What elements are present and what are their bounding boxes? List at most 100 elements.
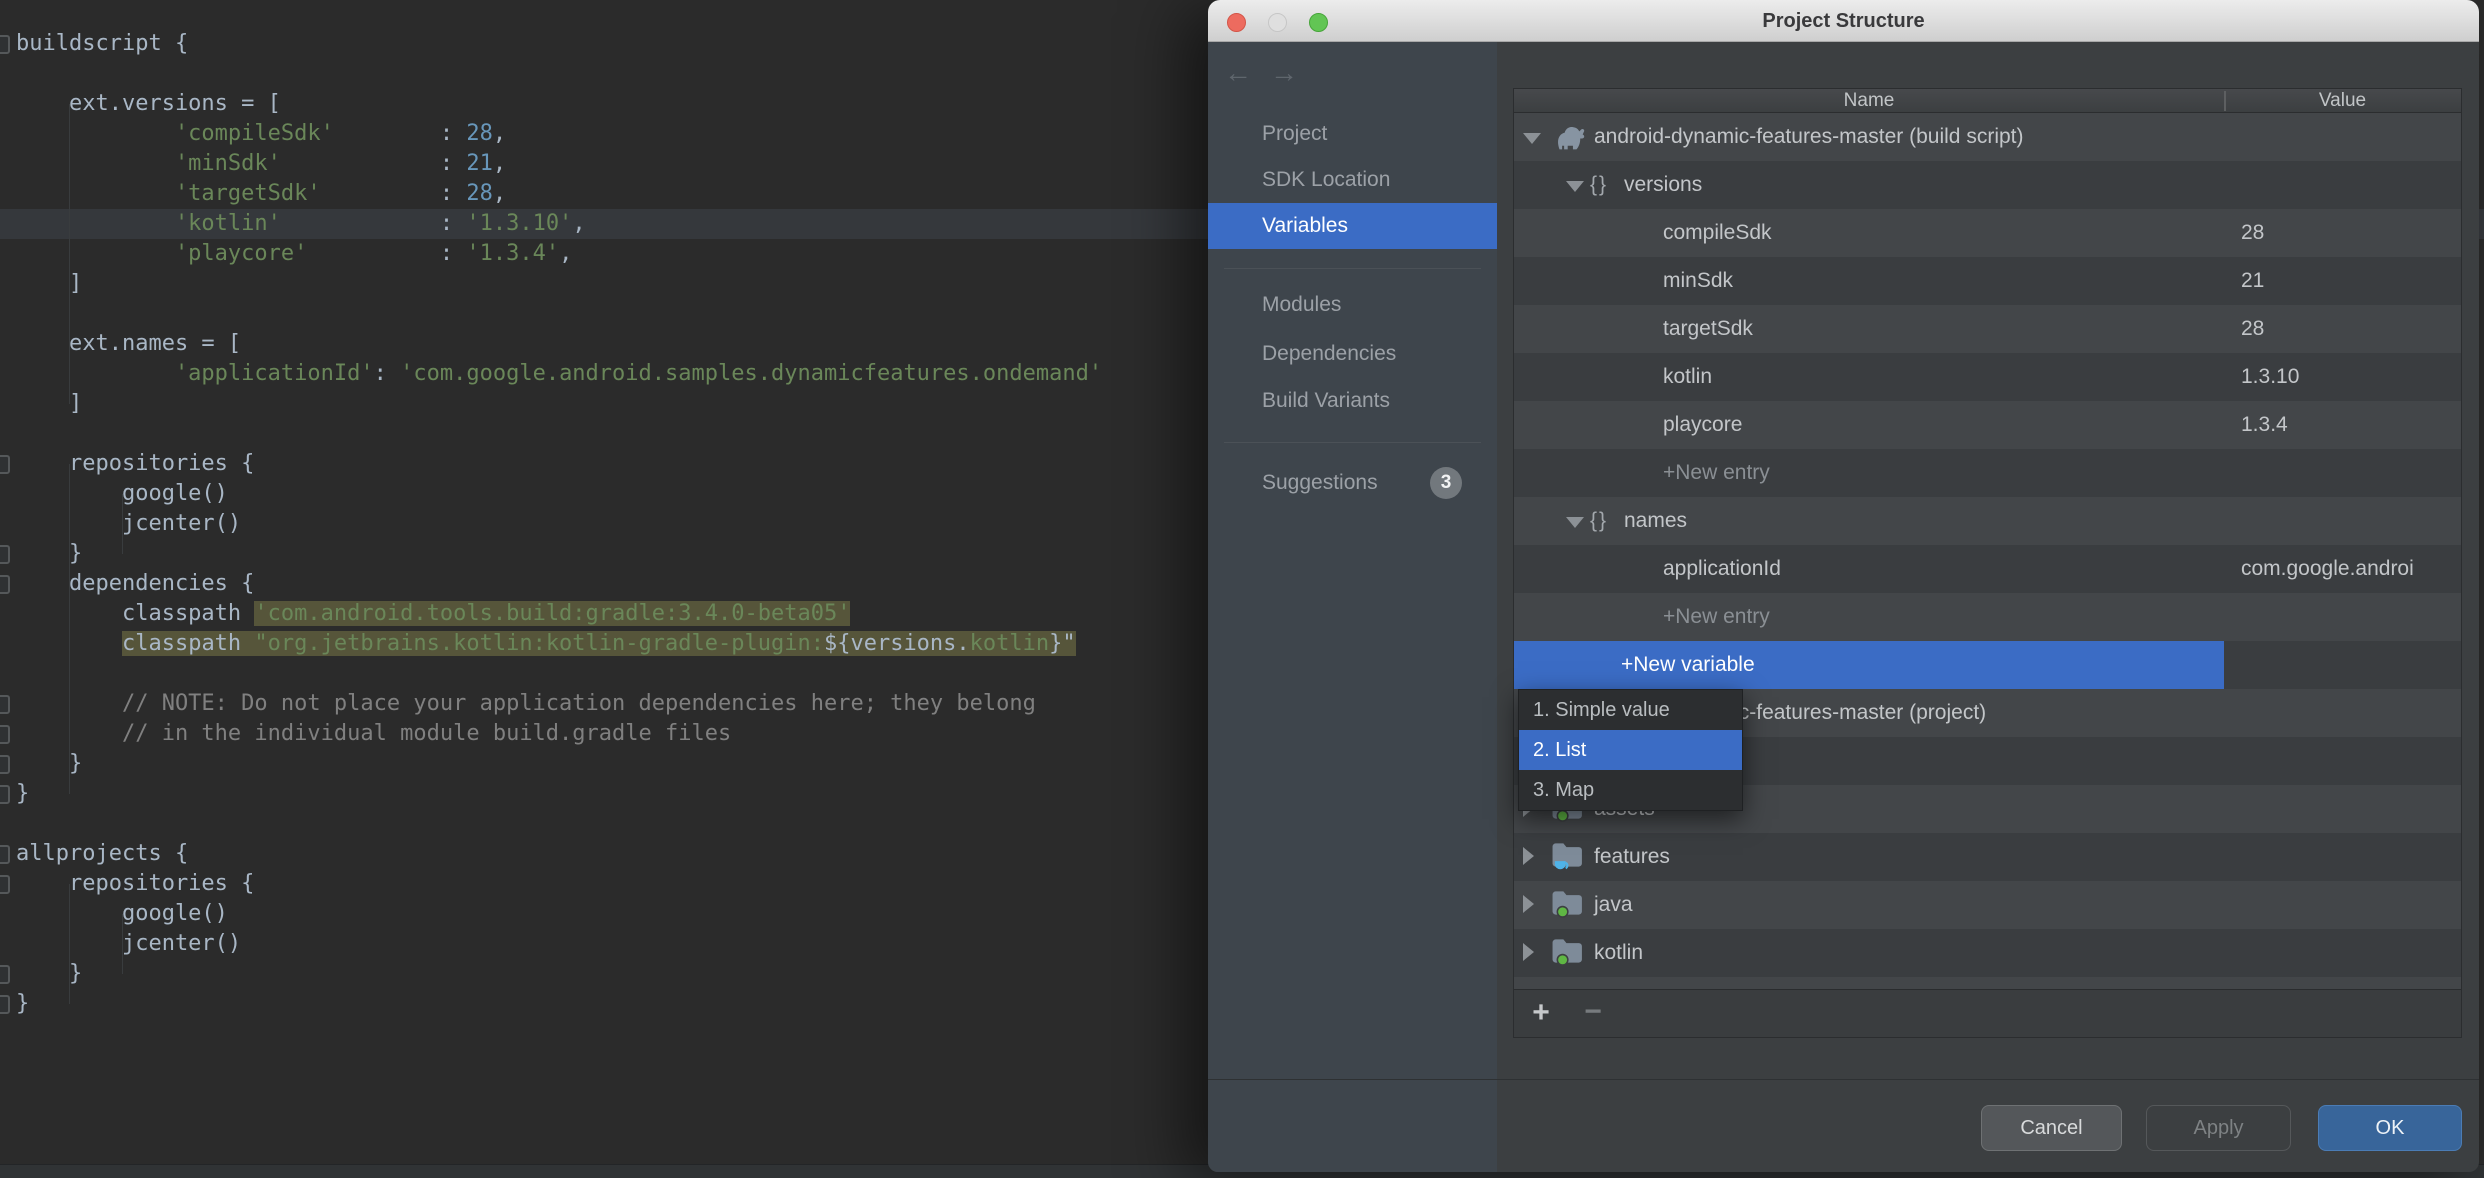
code-line: 'playcore' : '1.3.4', <box>16 241 573 266</box>
cell-name: +New entry <box>1663 461 1770 484</box>
fold-marker-icon[interactable] <box>0 785 10 804</box>
fold-marker-icon[interactable] <box>0 545 10 564</box>
cell-value[interactable]: 28 <box>2241 209 2459 257</box>
table-row[interactable]: +New entry <box>1514 449 2461 497</box>
sidebar-item-project[interactable]: Project <box>1208 111 1497 157</box>
sidebar-item-label: Modules <box>1262 293 1342 316</box>
cell-name: applicationId <box>1663 557 1781 580</box>
table-row[interactable]: features <box>1514 833 2461 881</box>
dropdown-item-map[interactable]: 3. Map <box>1519 770 1742 810</box>
cell-name: kotlin <box>1663 365 1713 388</box>
code-line: 'targetSdk' : 28, <box>16 181 507 206</box>
project-structure-dialog: Project Structure ←→ Project SDK Location… <box>1208 0 2479 1172</box>
table-row[interactable]: compileSdk 28 <box>1514 209 2461 257</box>
fold-marker-icon[interactable] <box>0 875 10 894</box>
code-line: ext.versions = [ <box>16 91 281 116</box>
add-variable-button[interactable]: + <box>1526 990 1556 1038</box>
code-line: // NOTE: Do not place your application d… <box>16 691 1036 716</box>
code-line: buildscript { <box>16 31 189 56</box>
code-line: jcenter() <box>16 511 242 536</box>
cell-value[interactable]: 21 <box>2241 257 2459 305</box>
code-line: } <box>16 961 83 986</box>
column-header-name[interactable]: Name <box>1514 89 2224 113</box>
cell-name: features <box>1594 845 1670 868</box>
table-row[interactable]: android-dynamic-features-master (build s… <box>1514 113 2461 161</box>
dialog-sidebar: ←→ Project SDK Location Variables Modules De… <box>1208 42 1497 1172</box>
apply-button[interactable]: Apply <box>2146 1105 2291 1151</box>
table-row[interactable]: +New variable <box>1514 641 2461 689</box>
sidebar-item-modules[interactable]: Modules <box>1208 282 1497 328</box>
chevron-right-icon[interactable] <box>1523 847 1534 865</box>
button-bar-divider <box>1208 1079 2479 1080</box>
cell-value[interactable]: 28 <box>2241 305 2459 353</box>
sidebar-item-build-variants[interactable]: Build Variants <box>1208 378 1497 424</box>
cancel-button[interactable]: Cancel <box>1981 1105 2122 1151</box>
table-row[interactable]: targetSdk 28 <box>1514 305 2461 353</box>
sidebar-item-dependencies[interactable]: Dependencies <box>1208 331 1497 377</box>
sidebar-item-label: Project <box>1262 122 1328 145</box>
sidebar-item-variables[interactable]: Variables <box>1208 203 1497 249</box>
chevron-down-icon[interactable] <box>1523 133 1541 144</box>
table-row[interactable]: minSdk 21 <box>1514 257 2461 305</box>
fold-marker-icon[interactable] <box>0 755 10 774</box>
forward-arrow-icon[interactable]: → <box>1270 57 1316 88</box>
chevron-down-icon[interactable] <box>1566 517 1584 528</box>
table-row[interactable]: java <box>1514 881 2461 929</box>
remove-variable-button[interactable]: − <box>1578 990 1608 1038</box>
cell-name: minSdk <box>1663 269 1734 292</box>
chevron-down-icon[interactable] <box>1566 181 1584 192</box>
fold-marker-icon[interactable] <box>0 725 10 744</box>
cell-value[interactable]: 1.3.4 <box>2241 401 2459 449</box>
fold-marker-icon[interactable] <box>0 995 10 1014</box>
sidebar-item-suggestions[interactable]: Suggestions 3 <box>1208 460 1497 506</box>
gradle-elephant-icon <box>1551 120 1589 159</box>
column-header-value[interactable]: Value <box>2224 89 2461 113</box>
sidebar-item-label: Dependencies <box>1262 342 1397 365</box>
table-row[interactable]: +New entry <box>1514 593 2461 641</box>
folder-green-icon <box>1551 888 1585 923</box>
table-row[interactable]: {} versions <box>1514 161 2461 209</box>
back-arrow-icon[interactable]: ← <box>1224 57 1270 88</box>
ok-button[interactable]: OK <box>2318 1105 2462 1151</box>
sidebar-item-sdk-location[interactable]: SDK Location <box>1208 157 1497 203</box>
dialog-titlebar[interactable]: Project Structure <box>1208 0 2479 42</box>
code-line: jcenter() <box>16 931 242 956</box>
cell-value[interactable]: com.google.androi <box>2241 545 2459 593</box>
cell-name: java <box>1594 893 1633 916</box>
code-line: ] <box>16 391 83 416</box>
fold-marker-icon[interactable] <box>0 695 10 714</box>
code-line: 'compileSdk' : 28, <box>16 121 507 146</box>
fold-marker-icon[interactable] <box>0 575 10 594</box>
code-line: } <box>16 991 30 1016</box>
dropdown-item-list[interactable]: 2. List <box>1519 730 1742 770</box>
fold-marker-icon[interactable] <box>0 455 10 474</box>
cell-name: versions <box>1624 173 1703 196</box>
chevron-right-icon[interactable] <box>1523 943 1534 961</box>
table-row[interactable]: applicationId com.google.androi <box>1514 545 2461 593</box>
cell-name: names <box>1624 509 1688 532</box>
dropdown-item-simple-value[interactable]: 1. Simple value <box>1519 690 1742 730</box>
fold-marker-icon[interactable] <box>0 35 10 54</box>
table-row[interactable]: {} names <box>1514 497 2461 545</box>
code-line: ext.names = [ <box>16 331 242 356</box>
column-divider[interactable] <box>2224 91 2226 111</box>
code-line: classpath "org.jetbrains.kotlin:kotlin-g… <box>121 631 1076 656</box>
code-text: buildscript { ext.versions = [ 'compileS… <box>16 29 1102 1019</box>
table-row[interactable]: playcore 1.3.4 <box>1514 401 2461 449</box>
code-line: } <box>16 781 30 806</box>
cell-name: kotlin <box>1594 941 1644 964</box>
cell-name: targetSdk <box>1663 317 1753 340</box>
code-line: allprojects { <box>16 841 189 866</box>
sidebar-separator <box>1224 268 1481 269</box>
code-line: repositories { <box>16 451 255 476</box>
table-row[interactable]: kotlin 1.3.10 <box>1514 353 2461 401</box>
fold-marker-icon[interactable] <box>0 845 10 864</box>
cell-value[interactable]: 1.3.10 <box>2241 353 2459 401</box>
dialog-title: Project Structure <box>1762 10 1925 32</box>
fold-marker-icon[interactable] <box>0 965 10 984</box>
table-row[interactable]: kotlin <box>1514 929 2461 977</box>
chevron-right-icon[interactable] <box>1523 895 1534 913</box>
